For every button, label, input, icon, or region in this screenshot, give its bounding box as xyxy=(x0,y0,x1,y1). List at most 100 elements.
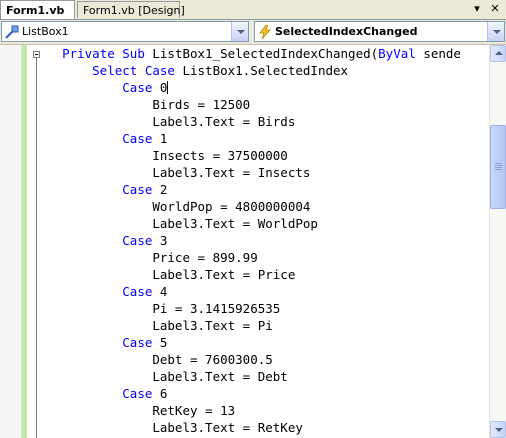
code-line[interactable]: Birds = 12500 xyxy=(47,96,461,113)
code-line[interactable]: Label3.Text = Price xyxy=(47,266,461,283)
code-token: Birds = 12500 xyxy=(152,97,251,112)
scroll-down-icon[interactable] xyxy=(490,421,506,438)
code-token: Label3.Text = Price xyxy=(152,267,296,282)
code-token: 1 xyxy=(152,131,168,146)
keyword-token: Case xyxy=(122,131,153,146)
code-token: WorldPop = 4800000004 xyxy=(152,199,311,214)
code-line[interactable]: Case 3 xyxy=(47,232,461,249)
code-token: 2 xyxy=(152,182,168,197)
code-line[interactable]: Price = 899.99 xyxy=(47,249,461,266)
grip-line xyxy=(495,167,502,168)
keyword-token: Case xyxy=(122,233,153,248)
code-line[interactable]: Case 5 xyxy=(47,334,461,351)
keyword-token: Case xyxy=(122,80,153,95)
code-line[interactable]: Label3.Text = RetKey xyxy=(47,419,461,436)
outline-guide xyxy=(36,58,37,438)
scroll-up-icon[interactable] xyxy=(490,45,506,62)
method-name-value: SelectedIndexChanged xyxy=(275,25,418,38)
grip-line xyxy=(495,169,502,170)
code-token: sende xyxy=(415,46,461,61)
code-line[interactable]: RetKey = 13 xyxy=(47,402,461,419)
code-token: 0 xyxy=(152,80,168,95)
text-caret xyxy=(167,81,169,94)
code-line[interactable]: Pi = 3.1415926535 xyxy=(47,300,461,317)
code-line[interactable]: Case 2 xyxy=(47,181,461,198)
code-line[interactable]: Label3.Text = Pi xyxy=(47,317,461,334)
code-token: 6 xyxy=(152,386,168,401)
keyword-token: Case xyxy=(122,182,153,197)
vertical-scrollbar[interactable] xyxy=(489,45,506,438)
code-token: Insects = 37500000 xyxy=(152,148,288,163)
keyword-token: Private Sub xyxy=(62,46,153,61)
code-line[interactable]: Case 4 xyxy=(47,283,461,300)
code-token: RetKey = 13 xyxy=(152,403,236,418)
method-name-combo[interactable]: SelectedIndexChanged xyxy=(254,21,505,42)
close-document-icon[interactable]: ✕ xyxy=(488,2,502,16)
tab-list-dropdown-icon[interactable]: ▾ xyxy=(470,2,484,16)
code-token: Label3.Text = Insects xyxy=(152,165,311,180)
code-token: 5 xyxy=(152,335,168,350)
code-line[interactable]: Case 1 xyxy=(47,130,461,147)
code-line[interactable]: Label3.Text = Insects xyxy=(47,164,461,181)
code-line[interactable]: Debt = 7600300.5 xyxy=(47,351,461,368)
grip-line xyxy=(495,165,502,166)
tab-label: Form1.vb xyxy=(6,4,65,17)
event-lightning-icon xyxy=(259,25,271,39)
tab-form1-vb[interactable]: Form1.vb xyxy=(0,0,75,19)
code-token: Debt = 7600300.5 xyxy=(152,352,273,367)
scrollbar-thumb[interactable] xyxy=(490,125,506,209)
class-name-combo[interactable]: ListBox1 xyxy=(1,21,249,42)
chevron-down-icon[interactable] xyxy=(231,22,248,41)
code-lines[interactable]: Private Sub ListBox1_SelectedIndexChange… xyxy=(47,45,461,436)
code-token: Pi = 3.1415926535 xyxy=(152,301,281,316)
code-line[interactable]: Case 6 xyxy=(47,385,461,402)
keyword-token: ByVal xyxy=(378,46,416,61)
code-line[interactable]: Insects = 37500000 xyxy=(47,147,461,164)
tab-form1-design[interactable]: Form1.vb [Design] xyxy=(77,1,185,18)
code-token: 3 xyxy=(152,233,168,248)
grip-line xyxy=(495,163,502,164)
code-token: Label3.Text = Debt xyxy=(152,369,288,384)
code-line[interactable]: Private Sub ListBox1_SelectedIndexChange… xyxy=(47,45,461,62)
control-icon xyxy=(5,25,19,39)
code-line[interactable]: Select Case ListBox1.SelectedIndex xyxy=(47,62,461,79)
code-line[interactable]: Label3.Text = Debt xyxy=(47,368,461,385)
code-line[interactable]: Case 0 xyxy=(47,79,461,96)
code-line[interactable]: Label3.Text = WorldPop xyxy=(47,215,461,232)
indicator-margin[interactable] xyxy=(0,45,22,438)
code-token: Price = 899.99 xyxy=(152,250,258,265)
code-navigation-bar: ListBox1 SelectedIndexChanged xyxy=(0,20,506,45)
code-editor[interactable]: Private Sub ListBox1_SelectedIndexChange… xyxy=(0,45,489,438)
chevron-down-icon[interactable] xyxy=(487,22,504,41)
keyword-token: Case xyxy=(122,335,153,350)
code-token: Label3.Text = Birds xyxy=(152,114,296,129)
code-line[interactable]: Label3.Text = Birds xyxy=(47,113,461,130)
code-line[interactable]: WorldPop = 4800000004 xyxy=(47,198,461,215)
keyword-token: Case xyxy=(122,386,153,401)
code-token: Label3.Text = Pi xyxy=(152,318,273,333)
collapse-outline-icon[interactable] xyxy=(33,51,40,58)
document-tab-strip: Form1.vb Form1.vb [Design] ▾ ✕ xyxy=(0,0,506,20)
code-token: ListBox1.SelectedIndex xyxy=(174,63,349,78)
keyword-token: Select Case xyxy=(92,63,175,78)
